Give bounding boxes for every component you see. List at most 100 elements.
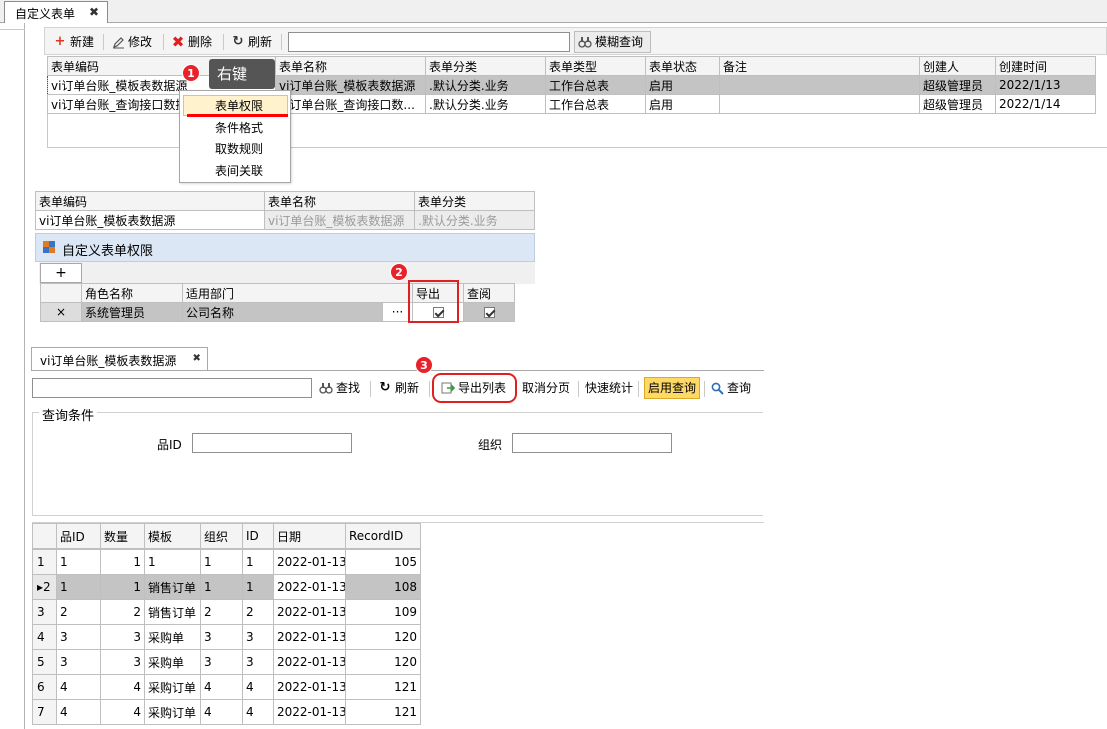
- column-header[interactable]: 表单类型: [545, 56, 646, 76]
- column-header[interactable]: ID: [242, 523, 274, 549]
- table-cell[interactable]: 1: [144, 549, 201, 575]
- table-cell[interactable]: 3: [200, 624, 243, 650]
- table-cell[interactable]: 采购订单: [144, 699, 201, 725]
- view-checkbox-cell[interactable]: [463, 302, 516, 322]
- table-cell[interactable]: 3: [242, 649, 274, 675]
- table-cell[interactable]: 销售订单: [144, 599, 201, 625]
- quick-stats-button[interactable]: 快速统计: [585, 378, 633, 398]
- row-indicator[interactable]: 6: [32, 674, 57, 700]
- table-cell[interactable]: 2022-01-13: [273, 699, 346, 725]
- column-header[interactable]: 角色名称: [81, 283, 183, 303]
- table-cell[interactable]: 121: [345, 674, 421, 700]
- table-cell[interactable]: 销售订单: [144, 574, 201, 600]
- table-cell[interactable]: 2022-01-13: [273, 649, 346, 675]
- table-cell[interactable]: 2022-01-13: [273, 549, 346, 575]
- table-row[interactable]: 3 2 2 销售订单 2 2 2022-01-13 109: [32, 599, 421, 625]
- table-cell[interactable]: 4: [200, 699, 243, 725]
- table-cell[interactable]: 1: [56, 574, 101, 600]
- table-cell[interactable]: 2: [100, 599, 145, 625]
- table-cell[interactable]: vi订单台账_模板表数据源: [275, 75, 426, 95]
- table-cell[interactable]: 启用: [645, 75, 720, 95]
- table-cell[interactable]: 4: [100, 674, 145, 700]
- column-header[interactable]: 数量: [100, 523, 145, 549]
- table-cell[interactable]: 1: [242, 574, 274, 600]
- table-cell[interactable]: 2022-01-13: [273, 674, 346, 700]
- row-indicator[interactable]: 4: [32, 624, 57, 650]
- menu-item-form-permission[interactable]: 表单权限: [183, 95, 288, 116]
- menu-item-form-relations[interactable]: 表间关联: [180, 161, 290, 182]
- delete-button[interactable]: ✖ 删除: [171, 32, 212, 52]
- row-indicator[interactable]: 3: [32, 599, 57, 625]
- column-header[interactable]: 组织: [200, 523, 243, 549]
- refresh-button[interactable]: ↻ 刷新: [231, 32, 272, 52]
- fuzzy-search-button[interactable]: 模糊查询: [574, 31, 651, 53]
- table-cell[interactable]: 公司名称: [182, 302, 383, 322]
- column-header[interactable]: 表单分类: [425, 56, 546, 76]
- table-cell[interactable]: 3: [100, 624, 145, 650]
- table-cell[interactable]: 采购单: [144, 624, 201, 650]
- table-cell[interactable]: 120: [345, 649, 421, 675]
- table-cell[interactable]: 4: [242, 699, 274, 725]
- table-cell[interactable]: 3: [200, 649, 243, 675]
- table-cell[interactable]: 120: [345, 624, 421, 650]
- pid-field[interactable]: [192, 433, 352, 453]
- find-button[interactable]: 查找: [319, 378, 360, 398]
- table-cell[interactable]: 1: [200, 549, 243, 575]
- column-header[interactable]: 查阅: [463, 283, 516, 303]
- table-cell[interactable]: 采购单: [144, 649, 201, 675]
- form-search-input[interactable]: [288, 32, 570, 52]
- new-button[interactable]: + 新建: [53, 32, 94, 52]
- table-cell[interactable]: 4: [200, 674, 243, 700]
- table-cell[interactable]: 2022-01-13: [273, 599, 346, 625]
- edit-button[interactable]: 修改: [111, 32, 152, 52]
- table-cell[interactable]: 4: [100, 699, 145, 725]
- column-header[interactable]: 日期: [273, 523, 346, 549]
- table-cell[interactable]: 1: [56, 549, 101, 575]
- table-cell[interactable]: 1: [200, 574, 243, 600]
- column-header[interactable]: 备注: [719, 56, 920, 76]
- row-indicator[interactable]: 5: [32, 649, 57, 675]
- column-header[interactable]: 创建人: [919, 56, 996, 76]
- table-row[interactable]: 6 4 4 采购订单 4 4 2022-01-13 121: [32, 674, 421, 700]
- table-cell[interactable]: vi订单台账_查询接口数...: [275, 94, 426, 114]
- column-header[interactable]: 表单状态: [645, 56, 720, 76]
- column-header[interactable]: 模板: [144, 523, 201, 549]
- table-cell[interactable]: 2: [56, 599, 101, 625]
- tab-query-view[interactable]: vi订单台账_模板表数据源 ✖: [31, 347, 208, 371]
- tab-custom-form[interactable]: 自定义表单 ✖: [4, 1, 109, 23]
- view-checkbox[interactable]: [483, 307, 495, 318]
- table-cell[interactable]: 3: [242, 624, 274, 650]
- table-cell[interactable]: 4: [56, 674, 101, 700]
- column-header[interactable]: 适用部门: [181, 283, 414, 303]
- table-row[interactable]: ▸2 1 1 销售订单 1 1 2022-01-13 108: [32, 574, 421, 600]
- table-row[interactable]: 7 4 4 采购订单 4 4 2022-01-13 121: [32, 699, 421, 725]
- table-cell[interactable]: 109: [345, 599, 421, 625]
- query-button[interactable]: 查询: [710, 378, 751, 398]
- menu-item-fetch-rules[interactable]: 取数规则: [180, 139, 290, 160]
- table-row[interactable]: 4 3 3 采购单 3 3 2022-01-13 120: [32, 624, 421, 650]
- column-header[interactable]: 表单名称: [275, 56, 426, 76]
- menu-item-conditional-format[interactable]: 条件格式: [180, 118, 290, 139]
- org-field[interactable]: [512, 433, 672, 453]
- table-cell[interactable]: 4: [56, 699, 101, 725]
- table-cell[interactable]: 启用: [645, 94, 720, 114]
- table-cell[interactable]: 2: [242, 599, 274, 625]
- table-cell[interactable]: 工作台总表: [545, 75, 646, 95]
- row-indicator[interactable]: 7: [32, 699, 57, 725]
- row-indicator[interactable]: ▸2: [32, 574, 57, 600]
- table-cell[interactable]: 1: [100, 574, 145, 600]
- table-cell[interactable]: 1: [242, 549, 274, 575]
- column-header[interactable]: 创建时间: [995, 56, 1096, 76]
- query-search-input[interactable]: [32, 378, 312, 398]
- table-cell[interactable]: .默认分类.业务: [425, 94, 546, 114]
- table-cell[interactable]: 108: [345, 574, 421, 600]
- table-cell[interactable]: 121: [345, 699, 421, 725]
- query-refresh-button[interactable]: ↻ 刷新: [378, 378, 419, 398]
- table-cell[interactable]: [719, 94, 920, 114]
- enable-query-button[interactable]: 启用查询: [644, 377, 701, 399]
- table-cell[interactable]: 采购订单: [144, 674, 201, 700]
- close-icon[interactable]: ✖: [89, 5, 99, 23]
- table-cell[interactable]: 3: [100, 649, 145, 675]
- table-row[interactable]: 1 1 1 1 1 1 2022-01-13 105: [32, 549, 421, 575]
- add-permission-button[interactable]: +: [40, 263, 82, 283]
